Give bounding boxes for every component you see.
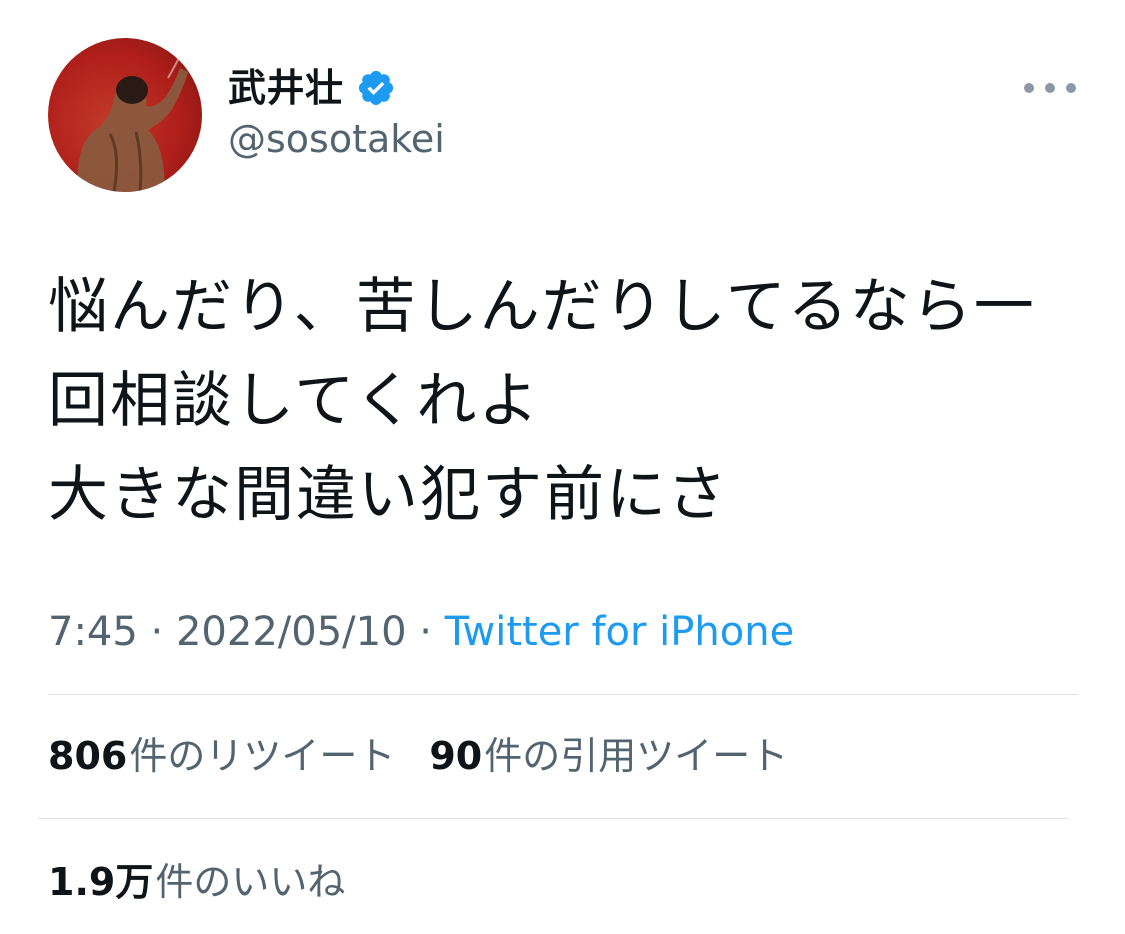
- tweet-text-line: 回相談してくれよ: [48, 366, 541, 436]
- likes-label: 件のいいね: [155, 860, 346, 904]
- more-options-button[interactable]: [1024, 72, 1076, 104]
- author-handle[interactable]: @sosotakei: [228, 120, 445, 158]
- likes-count: 1.9万: [48, 860, 154, 904]
- quotes-count: 90: [429, 734, 483, 778]
- author-name[interactable]: 武井壮: [228, 69, 344, 107]
- retweets-label: 件のリツイート: [129, 734, 396, 778]
- divider: [48, 694, 1078, 695]
- meta-separator: ·: [419, 609, 432, 655]
- tweet-meta: 7:45 · 2022/05/10 · Twitter for iPhone: [48, 606, 794, 658]
- author-name-row[interactable]: 武井壮: [228, 62, 396, 114]
- likes-row: 1.9万 件のいいね: [48, 856, 345, 908]
- quotes-label: 件の引用ツイート: [484, 734, 789, 778]
- retweets-stat[interactable]: 806 件のリツイート: [48, 730, 395, 782]
- verified-badge-icon: [356, 68, 396, 108]
- meta-separator: ·: [150, 609, 164, 655]
- tweet-time[interactable]: 7:45: [48, 609, 138, 655]
- tweet-detail: 武井壮 @sosotakei 悩んだり、苦しんだりしてるなら一 回相談してくれよ…: [0, 0, 1125, 934]
- tweet-text: 悩んだり、苦しんだりしてるなら一 回相談してくれよ 大きな間違い犯す前にさ: [48, 260, 1088, 542]
- tweet-date[interactable]: 2022/05/10: [176, 609, 407, 655]
- tweet-text-line: 悩んだり、苦しんだりしてるなら一: [48, 272, 1036, 342]
- tweet-text-line: 大きな間違い犯す前にさ: [48, 460, 729, 530]
- more-dot-icon: [1045, 83, 1055, 93]
- more-dot-icon: [1066, 83, 1076, 93]
- tweet-source-link[interactable]: Twitter for iPhone: [445, 609, 795, 655]
- more-dot-icon: [1024, 83, 1034, 93]
- quotes-stat[interactable]: 90 件の引用ツイート: [429, 730, 788, 782]
- retweets-count: 806: [48, 734, 128, 778]
- stats-row: 806 件のリツイート 90 件の引用ツイート: [48, 730, 788, 782]
- avatar-image: [77, 51, 188, 192]
- avatar[interactable]: [48, 38, 202, 192]
- likes-stat[interactable]: 1.9万 件のいいね: [48, 856, 345, 908]
- divider: [38, 818, 1068, 819]
